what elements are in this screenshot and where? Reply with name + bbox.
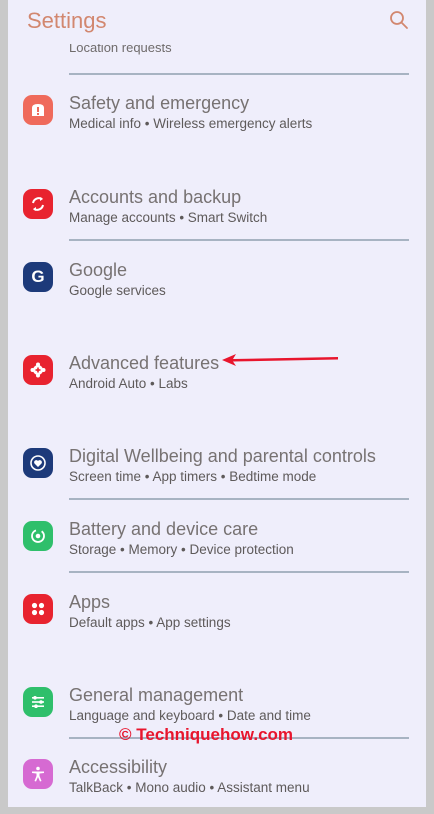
alert-icon xyxy=(23,95,53,125)
apps-grid-icon xyxy=(23,594,53,624)
google-icon: G xyxy=(23,262,53,292)
sliders-icon xyxy=(23,687,53,717)
item-subtitle: Language and keyboard • Date and time xyxy=(69,708,311,723)
accessibility-icon xyxy=(23,759,53,789)
menu-item-apps[interactable]: Apps Default apps • App settings xyxy=(8,587,426,647)
sync-icon xyxy=(23,189,53,219)
menu-item-digital-wellbeing[interactable]: Digital Wellbeing and parental controls … xyxy=(8,441,426,501)
item-subtitle: Google services xyxy=(69,283,166,298)
item-label: Digital Wellbeing and parental controls xyxy=(69,446,376,466)
app-header: Settings xyxy=(8,0,426,44)
heart-icon xyxy=(23,448,53,478)
item-label: Accounts and backup xyxy=(69,187,242,207)
menu-item-battery-device-care[interactable]: Battery and device care Storage • Memory… xyxy=(8,514,426,574)
item-label: Google xyxy=(69,260,128,280)
gear-plus-icon xyxy=(23,355,53,385)
item-subtitle: Android Auto • Labs xyxy=(69,376,188,391)
item-subtitle: Storage • Memory • Device protection xyxy=(69,542,294,557)
annotation-arrow-icon xyxy=(222,354,338,366)
settings-screen: Location requests Safety and emergency M… xyxy=(8,0,426,807)
item-subtitle: Screen time • App timers • Bedtime mode xyxy=(69,469,317,484)
page-title: Settings xyxy=(27,8,107,33)
watermark: © Techniquehow.com xyxy=(119,725,294,744)
divider xyxy=(69,73,409,75)
menu-item-advanced-features[interactable]: Advanced features Android Auto • Labs xyxy=(8,348,426,408)
item-subtitle: Manage accounts • Smart Switch xyxy=(69,210,268,225)
refresh-icon xyxy=(23,521,53,551)
item-subtitle: TalkBack • Mono audio • Assistant menu xyxy=(69,780,310,795)
item-label: Safety and emergency xyxy=(69,93,250,113)
item-subtitle: Medical info • Wireless emergency alerts xyxy=(69,116,313,131)
item-subtitle: Default apps • App settings xyxy=(69,615,231,630)
menu-item-safety-emergency[interactable]: Safety and emergency Medical info • Wire… xyxy=(8,88,426,148)
item-label: General management xyxy=(69,685,244,705)
bottom-strip xyxy=(0,807,434,814)
item-label: Battery and device care xyxy=(69,519,259,539)
divider xyxy=(69,498,409,500)
item-label: Accessibility xyxy=(69,757,168,777)
divider xyxy=(69,571,409,573)
item-label: Advanced features xyxy=(69,353,220,373)
menu-item-accounts-backup[interactable]: Accounts and backup Manage accounts • Sm… xyxy=(8,182,426,242)
divider xyxy=(69,239,409,241)
menu-item-google[interactable]: G Google Google services xyxy=(8,255,426,315)
item-label: Apps xyxy=(69,592,111,612)
search-icon[interactable] xyxy=(389,10,409,30)
menu-item-accessibility[interactable]: Accessibility TalkBack • Mono audio • As… xyxy=(8,752,426,807)
